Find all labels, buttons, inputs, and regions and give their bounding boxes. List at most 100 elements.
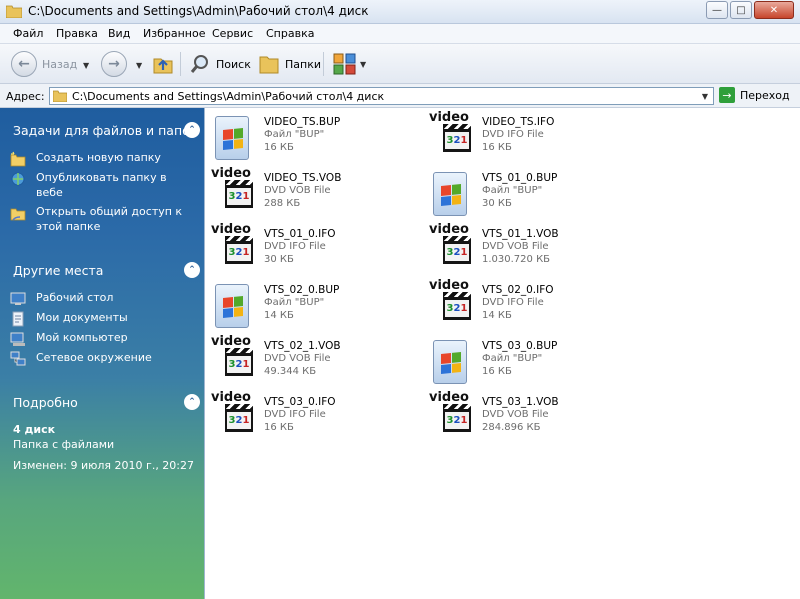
place-desktop[interactable]: Рабочий стол [10, 290, 196, 307]
bup-file-icon [213, 114, 259, 162]
file-size: 30 КБ [264, 254, 294, 265]
file-item[interactable]: video 3 2 1 VTS_03_1.VOB DVD VOB File 284.896 … [429, 390, 641, 444]
place-label: Сетевое окружение [36, 351, 152, 364]
views-button[interactable]: ▼ [333, 53, 366, 75]
folders-icon [259, 56, 279, 74]
collapse-chevron-icon[interactable]: ⌃ [184, 394, 200, 410]
new-folder-icon [10, 151, 26, 167]
file-item[interactable]: VTS_01_0.BUP Файл "BUP" 30 КБ [431, 170, 641, 220]
folder-icon [6, 5, 22, 18]
menu-view[interactable]: Вид [108, 27, 130, 40]
file-item[interactable]: video 3 2 1 VTS_01_0.IFO DVD IFO File 30 КБ [211, 222, 423, 276]
video-clapper-icon: video 3 2 1 [429, 390, 477, 442]
file-type: Файл "BUP" [482, 353, 543, 364]
search-icon [190, 55, 208, 73]
folders-button[interactable]: Папки [258, 53, 321, 75]
file-name: VTS_02_0.IFO [482, 284, 554, 296]
file-item[interactable]: video 3 2 1 VTS_01_1.VOB DVD VOB File 1.030.72… [429, 222, 641, 276]
menu-edit[interactable]: Правка [56, 27, 98, 40]
file-type: DVD VOB File [482, 241, 549, 252]
collapse-chevron-icon[interactable]: ⌃ [184, 122, 200, 138]
file-type: DVD VOB File [264, 185, 331, 196]
task-publish-web[interactable]: Опубликовать папку в вебе [10, 170, 196, 200]
place-label: Мой компьютер [36, 331, 128, 344]
tasks-header[interactable]: Задачи для файлов и папок [13, 123, 197, 138]
task-label: Создать новую папку [36, 151, 161, 164]
file-type: DVD VOB File [482, 409, 549, 420]
task-share-folder[interactable]: Открыть общий доступ к этой папке [10, 204, 196, 234]
file-name: VTS_02_1.VOB [264, 340, 341, 352]
back-dropdown-arrow-icon[interactable]: ▼ [83, 61, 89, 70]
share-folder-icon [10, 208, 26, 221]
forward-dropdown-arrow-icon[interactable]: ▼ [136, 61, 142, 70]
minimize-button[interactable]: — [706, 1, 728, 19]
video-clapper-icon: video 3 2 1 [211, 222, 259, 274]
file-item[interactable]: video 3 2 1 VTS_02_1.VOB DVD VOB File 49.344 К… [211, 334, 423, 388]
address-bar: Адрес: C:\Documents and Settings\Admin\Р… [0, 84, 800, 108]
address-label: Адрес: [6, 90, 45, 103]
search-button[interactable]: Поиск [189, 53, 251, 75]
details-header[interactable]: Подробно [13, 395, 78, 410]
address-value: C:\Documents and Settings\Admin\Рабочий … [72, 90, 385, 103]
file-item[interactable]: video 3 2 1 VTS_02_0.IFO DVD IFO File 14 КБ [429, 278, 641, 332]
video-clapper-icon: video 3 2 1 [429, 222, 477, 274]
menu-tools[interactable]: Сервис [212, 27, 253, 40]
up-folder-button[interactable] [152, 53, 174, 75]
menu-favorites[interactable]: Избранное [143, 27, 205, 40]
folder-icon [53, 90, 67, 102]
file-size: 288 КБ [264, 198, 301, 209]
file-name: VTS_01_1.VOB [482, 228, 559, 240]
folders-label: Папки [285, 57, 321, 71]
bup-file-icon [431, 170, 477, 218]
file-name: VIDEO_TS.IFO [482, 116, 555, 128]
file-size: 14 КБ [264, 310, 294, 321]
video-clapper-icon: video 3 2 1 [429, 110, 477, 162]
file-type: DVD IFO File [264, 241, 326, 252]
file-item[interactable]: VTS_02_0.BUP Файл "BUP" 14 КБ [213, 282, 423, 332]
file-item[interactable]: video 3 2 1 VIDEO_TS.VOB DVD VOB File 288 КБ [211, 166, 423, 220]
file-name: VTS_03_0.BUP [482, 340, 558, 352]
address-input[interactable]: C:\Documents and Settings\Admin\Рабочий … [49, 87, 714, 105]
place-my-documents[interactable]: Мои документы [10, 310, 196, 327]
window-title: C:\Documents and Settings\Admin\Рабочий … [28, 4, 369, 18]
task-label: Опубликовать папку в вебе [36, 171, 167, 199]
video-clapper-icon: video 3 2 1 [211, 390, 259, 442]
file-type: DVD VOB File [264, 353, 331, 364]
bup-file-icon [431, 338, 477, 386]
file-size: 49.344 КБ [264, 366, 317, 377]
forward-arrow-icon: → [101, 51, 127, 77]
menu-help[interactable]: Справка [266, 27, 314, 40]
search-label: Поиск [216, 57, 251, 71]
places-header[interactable]: Другие места [13, 263, 103, 278]
go-button[interactable]: → Переход [719, 87, 790, 103]
video-clapper-icon: video 3 2 1 [211, 166, 259, 218]
address-dropdown-arrow-icon[interactable]: ▼ [697, 88, 713, 104]
close-button[interactable]: ✕ [754, 1, 794, 19]
file-type: DVD IFO File [482, 129, 544, 140]
collapse-chevron-icon[interactable]: ⌃ [184, 262, 200, 278]
file-name: VTS_01_0.BUP [482, 172, 558, 184]
place-network[interactable]: Сетевое окружение [10, 350, 196, 367]
file-item[interactable]: VIDEO_TS.BUP Файл "BUP" 16 КБ [213, 114, 423, 164]
file-item[interactable]: video 3 2 1 VTS_03_0.IFO DVD IFO File 16 КБ [211, 390, 423, 444]
file-item[interactable]: VTS_03_0.BUP Файл "BUP" 16 КБ [431, 338, 641, 388]
file-name: VTS_01_0.IFO [264, 228, 336, 240]
file-name: VIDEO_TS.BUP [264, 116, 341, 128]
publish-web-icon [11, 172, 25, 186]
my-documents-icon [12, 311, 24, 327]
file-item[interactable]: video 3 2 1 VIDEO_TS.IFO DVD IFO File 16 КБ [429, 110, 641, 164]
place-my-computer[interactable]: Мой компьютер [10, 330, 196, 347]
back-button[interactable]: ← Назад [11, 51, 77, 77]
task-new-folder[interactable]: Создать новую папку [10, 150, 196, 167]
video-clapper-icon: video 3 2 1 [211, 334, 259, 386]
details-name: 4 диск [13, 423, 56, 436]
task-pane: Задачи для файлов и папок ⌃ Создать нову… [0, 108, 204, 599]
forward-button[interactable]: → [101, 51, 127, 77]
file-type: Файл "BUP" [264, 129, 325, 140]
task-label: Открыть общий доступ к этой папке [36, 205, 183, 233]
desktop-icon [10, 292, 26, 305]
maximize-button[interactable]: □ [730, 1, 752, 19]
details-modified: Изменен: 9 июля 2010 г., 20:27 [13, 459, 195, 472]
file-size: 14 КБ [482, 310, 512, 321]
menu-file[interactable]: Файл [13, 27, 43, 40]
